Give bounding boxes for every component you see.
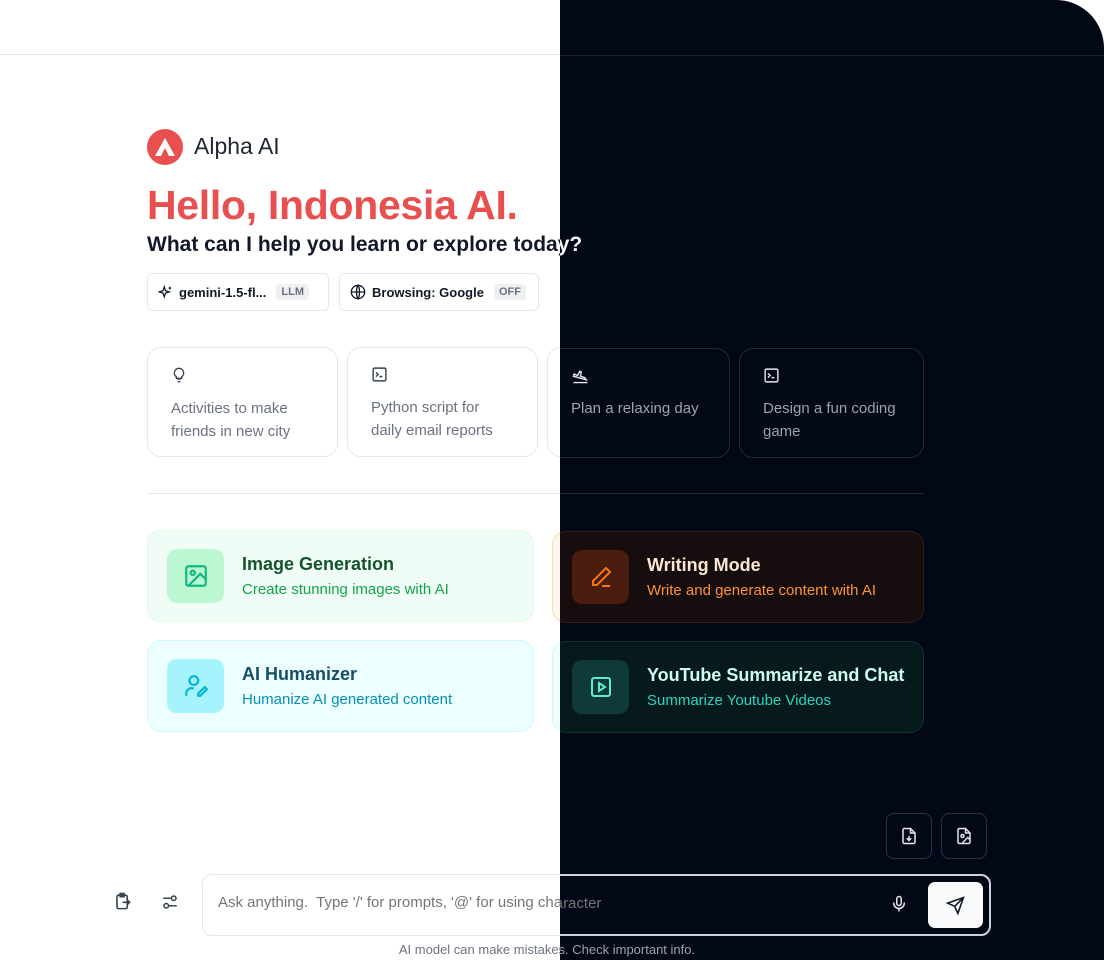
greeting-subtitle: What can I help you learn or explore tod… xyxy=(147,233,583,256)
prompt-card-text: Plan a relaxing day xyxy=(571,400,699,417)
file-image-icon xyxy=(957,827,971,845)
feature-subtitle: Summarize Youtube Videos xyxy=(647,692,832,709)
feature-writing-mode-dark[interactable]: Writing Mode Write and generate content … xyxy=(560,531,924,623)
feature-title: YouTube Summarize and Chat xyxy=(647,665,905,685)
greeting-title: Hello, Indonesia AI. xyxy=(147,182,518,228)
user-pen-icon xyxy=(167,659,224,713)
prompt-card-python[interactable]: Python script for daily email reports xyxy=(347,347,538,457)
send-icon xyxy=(946,895,965,915)
prompt-card-game-dark[interactable]: Design a fun coding game xyxy=(739,348,924,458)
feature-subtitle: Write and generate content with AI xyxy=(647,582,877,599)
terminal-icon xyxy=(372,367,387,382)
file-upload-icon xyxy=(902,827,916,845)
clipboard-icon[interactable] xyxy=(113,892,132,916)
plane-landing-icon xyxy=(572,370,588,384)
microphone-icon[interactable] xyxy=(890,893,908,920)
lightbulb-icon xyxy=(173,367,185,383)
prompt-card-activities[interactable]: Activities to make friends in new city xyxy=(147,347,338,457)
brand-name: Alpha AI xyxy=(194,133,280,159)
feature-image-generation[interactable]: Image Generation Create stunning images … xyxy=(147,530,534,622)
pencil-icon xyxy=(572,550,629,604)
send-button[interactable] xyxy=(928,882,983,928)
video-icon xyxy=(572,660,629,714)
alpha-logo-icon xyxy=(147,129,185,165)
model-selector[interactable]: gemini-1.5-fl... LLM xyxy=(147,273,329,311)
globe-icon xyxy=(350,284,366,300)
settings-sliders-icon[interactable] xyxy=(161,893,179,916)
upload-image-button[interactable] xyxy=(941,813,987,859)
prompt-card-text: Design a fun coding game xyxy=(763,400,896,440)
terminal-icon xyxy=(764,368,779,383)
feature-subtitle: Humanize AI generated content xyxy=(242,691,453,708)
feature-ai-humanizer[interactable]: AI Humanizer Humanize AI generated conte… xyxy=(147,640,534,732)
feature-youtube-dark[interactable]: YouTube Summarize and Chat Summarize You… xyxy=(560,641,924,733)
browsing-label: Browsing: Google xyxy=(372,284,484,300)
image-icon xyxy=(167,549,224,603)
feature-title: AI Humanizer xyxy=(242,664,358,684)
browsing-badge: OFF xyxy=(493,284,526,300)
model-badge: LLM xyxy=(276,284,310,300)
prompt-card-text: Activities to make friends in new city xyxy=(171,400,291,440)
sparkles-icon xyxy=(158,284,172,299)
browsing-toggle[interactable]: Browsing: Google OFF xyxy=(339,273,539,311)
model-label: gemini-1.5-fl... xyxy=(179,284,267,300)
feature-subtitle: Create stunning images with AI xyxy=(242,581,449,598)
prompt-card-relax-dark[interactable]: Plan a relaxing day xyxy=(560,348,730,458)
feature-title: Writing Mode xyxy=(647,555,761,575)
upload-file-button[interactable] xyxy=(886,813,932,859)
feature-title: Image Generation xyxy=(242,554,395,574)
prompt-card-text: Python script for daily email reports xyxy=(371,399,493,439)
